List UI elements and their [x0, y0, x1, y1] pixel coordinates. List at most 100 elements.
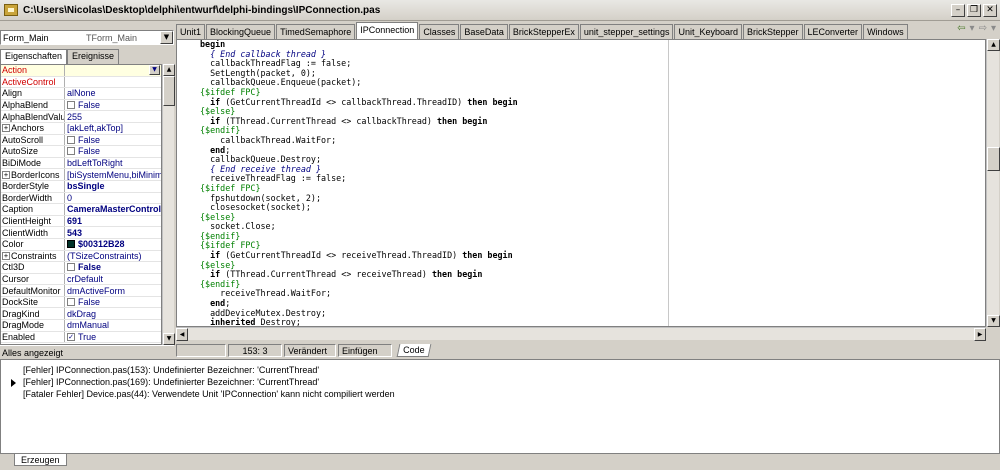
property-row[interactable]: Caption CameraMasterControl — [1, 204, 161, 216]
tab-ipconnection[interactable]: IPConnection — [356, 22, 419, 39]
property-value[interactable]: (TSizeConstraints) — [65, 251, 161, 262]
property-row[interactable]: AlphaBlend False — [1, 99, 161, 112]
scroll-thumb[interactable] — [987, 147, 1000, 171]
checkbox[interactable] — [67, 263, 75, 272]
tab-ereignisse[interactable]: Ereignisse — [67, 49, 120, 64]
property-row[interactable]: Color $00312B28 — [1, 238, 161, 251]
property-value[interactable]: crDefault — [65, 274, 161, 285]
checkbox[interactable] — [67, 135, 75, 144]
title-bar: C:\Users\Nicolas\Desktop\delphi\entwurf\… — [0, 0, 1000, 21]
forward-arrow-icon[interactable]: ⇨ — [979, 23, 987, 34]
editor-vertical-scrollbar[interactable]: ▲ ▼ — [986, 39, 1000, 327]
property-value[interactable]: ✓ True — [65, 332, 161, 343]
property-row[interactable]: BorderStyle bsSingle — [1, 180, 161, 193]
property-value[interactable]: 0 — [65, 193, 161, 204]
property-row[interactable]: AlphaBlendValu 255 — [1, 111, 161, 123]
scroll-up-icon[interactable]: ▲ — [163, 64, 175, 76]
property-row[interactable]: ClientWidth 543 — [1, 227, 161, 239]
expand-icon[interactable]: + — [2, 124, 10, 133]
message-item[interactable]: [Fehler] IPConnection.pas(169): Undefini… — [23, 377, 319, 387]
property-value[interactable]: [akLeft,akTop] — [65, 123, 161, 134]
tab-classes[interactable]: Classes — [419, 24, 460, 39]
tab-unit-keyboard[interactable]: Unit_Keyboard — [674, 24, 742, 39]
form-selector[interactable]: Form_Main TForm_Main ▼ — [0, 30, 174, 45]
minimize-button[interactable]: – — [951, 3, 965, 17]
property-value[interactable]: False — [65, 297, 161, 308]
property-row[interactable]: BiDiMode bdLeftToRight — [1, 157, 161, 170]
tab-eigenschaften[interactable]: Eigenschaften — [0, 49, 68, 64]
property-row[interactable]: Cursor crDefault — [1, 273, 161, 286]
property-row[interactable]: DefaultMonitor dmActiveForm — [1, 285, 161, 297]
tab-brickstepper[interactable]: BrickStepper — [743, 24, 803, 39]
tab-timedsemaphore[interactable]: TimedSemaphore — [276, 24, 356, 39]
property-value[interactable]: dmActiveForm — [65, 285, 161, 296]
message-item[interactable]: [Fehler] IPConnection.pas(153): Undefini… — [23, 365, 319, 375]
checkbox[interactable]: ✓ — [67, 332, 75, 341]
expand-icon[interactable]: + — [2, 170, 10, 179]
property-row[interactable]: Ctl3D False — [1, 262, 161, 274]
expand-icon[interactable]: + — [2, 251, 10, 260]
property-row[interactable]: Enabled ✓ True — [1, 331, 161, 344]
scroll-left-icon[interactable]: ◀ — [176, 328, 188, 341]
tab-erzeugen[interactable]: Erzeugen — [14, 454, 67, 466]
checkbox[interactable] — [67, 101, 75, 110]
property-row[interactable]: BorderWidth 0 — [1, 192, 161, 205]
property-row[interactable]: +BorderIcons[biSystemMenu,biMinimize,bi — [1, 169, 161, 181]
property-value[interactable]: CameraMasterControl — [65, 204, 161, 215]
chevron-down-icon[interactable]: ▼ — [160, 31, 173, 44]
scroll-up-icon[interactable]: ▲ — [987, 39, 1000, 51]
close-button[interactable]: ✕ — [983, 3, 997, 17]
property-value[interactable]: dmManual — [65, 320, 161, 331]
scroll-down-icon[interactable]: ▼ — [987, 315, 1000, 327]
scroll-thumb[interactable] — [163, 76, 175, 106]
inspector-scrollbar[interactable]: ▲ ▼ — [162, 64, 175, 345]
scroll-down-icon[interactable]: ▼ — [163, 333, 175, 345]
property-row[interactable]: ActiveControl — [1, 76, 161, 89]
property-row[interactable]: + Constraints (TSizeConstraints) — [1, 250, 161, 263]
chevron-down-icon[interactable]: ▼ — [149, 65, 160, 76]
property-value[interactable]: 543 — [65, 227, 161, 238]
code-editor[interactable]: begin { End callback thread } callbackTh… — [176, 39, 986, 327]
property-value[interactable]: bsSingle — [65, 181, 161, 192]
property-value[interactable]: ▼ — [65, 65, 161, 76]
property-value[interactable]: alNone — [65, 88, 161, 99]
tab-unit-stepper-settings[interactable]: unit_stepper_settings — [579, 24, 674, 39]
property-row[interactable]: ClientHeight 691 — [1, 215, 161, 228]
property-row[interactable]: AutoScroll False — [1, 134, 161, 147]
property-value[interactable]: bdLeftToRight — [65, 158, 161, 169]
tab-unit1[interactable]: Unit1 — [176, 24, 206, 39]
property-value[interactable]: False — [65, 262, 161, 273]
tab-brickstepperex[interactable]: BrickStepperEx — [508, 24, 579, 39]
property-row[interactable]: + Anchors [akLeft,akTop] — [1, 122, 161, 135]
editor-horizontal-scrollbar[interactable]: ◀ ▶ — [176, 327, 986, 341]
forward-dropdown-icon[interactable]: ▾ — [991, 23, 996, 34]
property-value[interactable]: 255 — [65, 111, 161, 122]
property-value[interactable]: dkDrag — [65, 308, 161, 319]
property-row[interactable]: Action ▼ — [1, 65, 161, 77]
tab-leconverter[interactable]: LEConverter — [803, 24, 863, 39]
scroll-right-icon[interactable]: ▶ — [974, 328, 986, 341]
property-value[interactable]: False — [65, 100, 161, 111]
code-token: {$else} — [200, 259, 236, 270]
property-value[interactable]: False — [65, 135, 161, 146]
back-arrow-icon[interactable]: ⇦ — [957, 23, 965, 34]
property-row[interactable]: DockSite False — [1, 296, 161, 309]
back-dropdown-icon[interactable]: ▾ — [970, 23, 975, 34]
tab-blockingqueue[interactable]: BlockingQueue — [206, 24, 276, 39]
tab-windows[interactable]: Windows — [863, 24, 908, 39]
property-value[interactable]: $00312B28 — [65, 239, 161, 250]
property-value[interactable]: False — [65, 146, 161, 157]
checkbox[interactable] — [67, 147, 75, 156]
property-row[interactable]: DragMode dmManual — [1, 320, 161, 332]
property-value[interactable]: [biSystemMenu,biMinimize,bi — [65, 169, 161, 180]
checkbox[interactable] — [67, 298, 75, 307]
property-value[interactable] — [65, 77, 161, 88]
property-row[interactable]: AutoSize False — [1, 146, 161, 158]
tab-code[interactable]: Code — [396, 344, 431, 357]
restore-button[interactable]: ❐ — [967, 3, 981, 17]
property-row[interactable]: DragKind dkDrag — [1, 308, 161, 321]
message-item[interactable]: [Fataler Fehler] Device.pas(44): Verwend… — [23, 389, 395, 399]
tab-basedata[interactable]: BaseData — [460, 24, 508, 39]
property-value[interactable]: 691 — [65, 216, 161, 227]
property-row[interactable]: Align alNone — [1, 88, 161, 100]
